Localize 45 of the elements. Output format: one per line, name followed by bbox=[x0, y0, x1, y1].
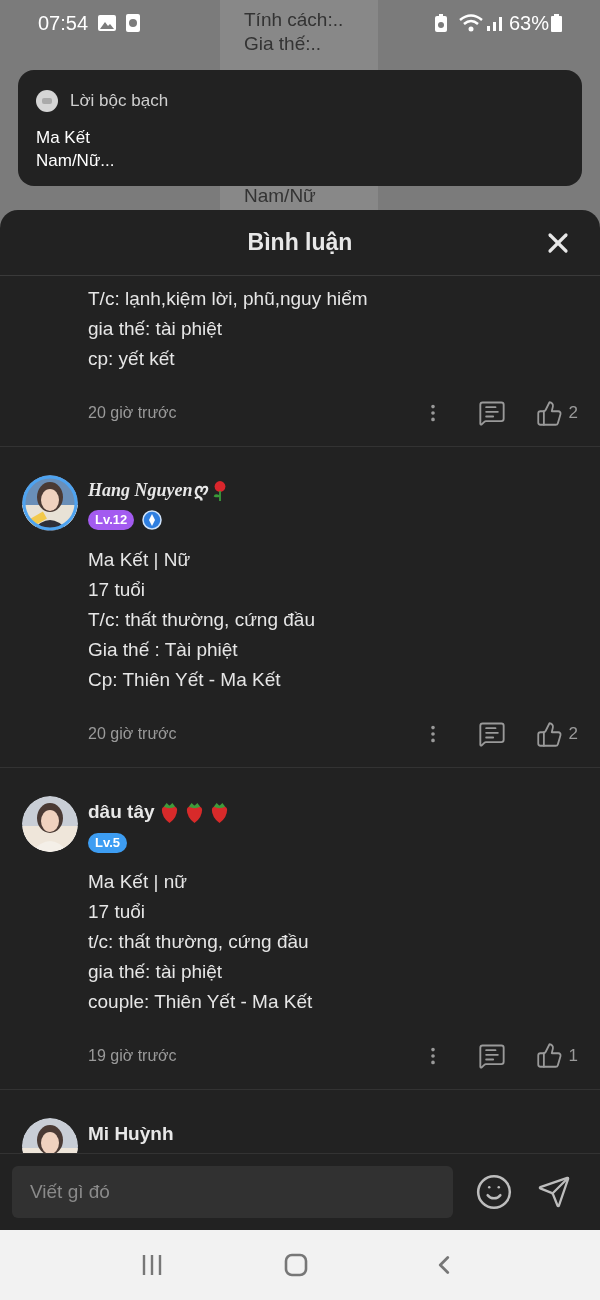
app-icon bbox=[36, 89, 58, 112]
notification-app-name: Lời bộc bạch bbox=[70, 90, 169, 112]
battery-percent: 63% bbox=[508, 11, 549, 36]
notification-text: Nam/Nữ... bbox=[36, 149, 116, 172]
recent-apps-icon[interactable] bbox=[140, 1254, 163, 1276]
author-name[interactable]: dâu tây bbox=[88, 798, 155, 827]
emoji-icon[interactable] bbox=[475, 1173, 513, 1211]
signal-icon bbox=[486, 15, 503, 31]
wifi-icon bbox=[458, 14, 483, 32]
comment-text: gia thế: tài phiệt bbox=[88, 317, 224, 341]
comment-text: Gia thế : Tài phiệt bbox=[88, 638, 239, 662]
comment-text: Ma Kết | nữ bbox=[88, 869, 188, 894]
clock-icon bbox=[126, 14, 141, 32]
reply-icon[interactable] bbox=[477, 720, 506, 748]
level-badge: Lv.12 bbox=[88, 510, 135, 530]
battery-icon bbox=[551, 14, 562, 32]
send-icon[interactable] bbox=[537, 1175, 571, 1209]
comment-text: T/c: thất thường, cứng đầu bbox=[88, 608, 316, 632]
level-badge: Lv.5 bbox=[88, 832, 128, 853]
notification-card[interactable]: Lời bộc bạch Ma Kết Nam/Nữ... bbox=[18, 70, 582, 186]
comment-time: 20 giờ trước bbox=[88, 403, 177, 423]
background-text-bottom: Nam/Nữ bbox=[244, 184, 317, 208]
comment-text: couple: Thiên Yết - Ma Kết bbox=[88, 989, 314, 1014]
reply-icon[interactable] bbox=[477, 399, 506, 427]
comment-text: 17 tuổi bbox=[88, 578, 147, 602]
clock-time: 07:54 bbox=[38, 11, 89, 36]
background-text: Gia thế:.. bbox=[244, 32, 323, 56]
image-icon bbox=[98, 15, 117, 31]
comment-text: cp: yết kết bbox=[88, 347, 176, 371]
sheet-title: Bình luận bbox=[247, 228, 353, 258]
comment-text: 17 tuổi bbox=[88, 899, 147, 924]
author-name[interactable]: Hang Nguyenღ bbox=[88, 477, 207, 504]
comment-text: Cp: Thiên Yết - Ma Kết bbox=[88, 668, 282, 692]
home-icon[interactable] bbox=[284, 1253, 308, 1277]
background-text: Tính cách:.. bbox=[244, 8, 345, 32]
comment-text: Ma Kết | Nữ bbox=[88, 548, 192, 572]
author-name[interactable]: Mi Huỳnh bbox=[88, 1119, 174, 1148]
comment-time: 20 giờ trước bbox=[88, 724, 177, 744]
comment-time: 19 giờ trước bbox=[88, 1045, 177, 1066]
comment-input[interactable]: Viết gì đó bbox=[12, 1166, 453, 1218]
comment-text: gia thế: tài phiệt bbox=[88, 959, 224, 984]
comment-text: T/c: lạnh,kiệm lời, phũ,nguy hiểm bbox=[88, 287, 369, 311]
notification-text: Ma Kết bbox=[36, 126, 91, 149]
battery-saver-icon bbox=[434, 14, 447, 32]
comment-text: t/c: thất thường, cứng đầu bbox=[88, 929, 310, 954]
